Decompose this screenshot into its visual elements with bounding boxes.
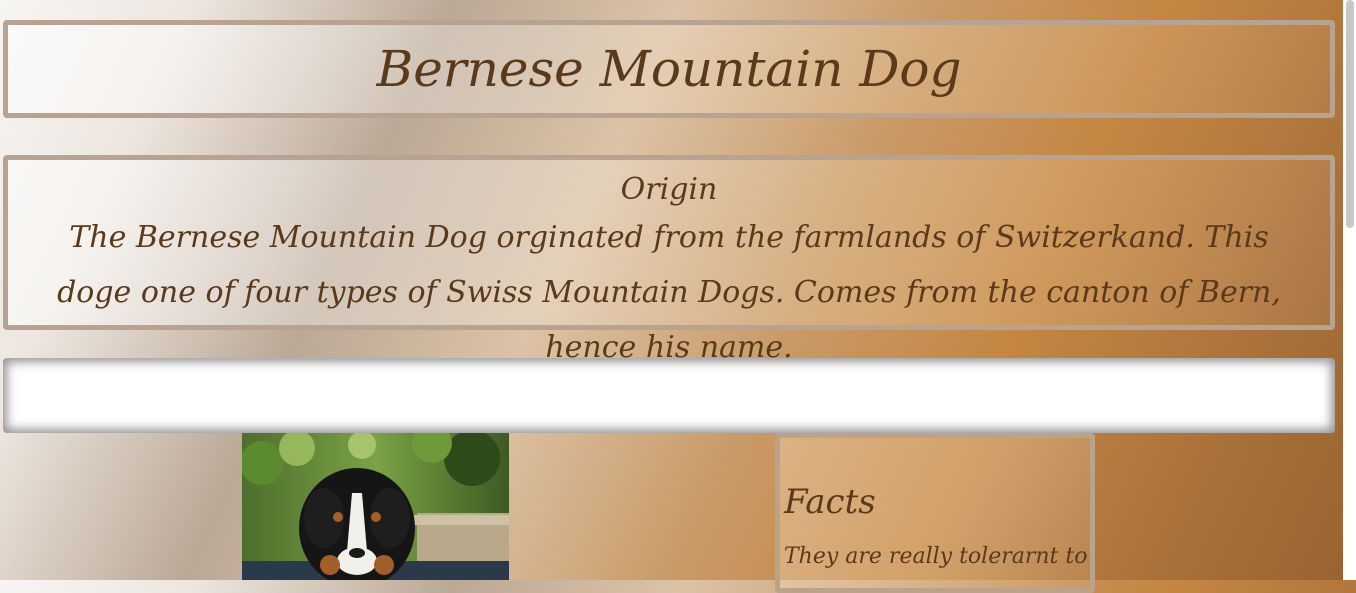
origin-section: Origin The Bernese Mountain Dog orginate…: [3, 155, 1335, 365]
facts-heading: Facts: [784, 482, 876, 522]
origin-text: The Bernese Mountain Dog orginated from …: [57, 220, 1281, 365]
dog-photo-image: [242, 433, 509, 580]
page-title: Bernese Mountain Dog: [376, 40, 962, 98]
page-title-panel: Bernese Mountain Dog: [3, 20, 1335, 118]
facts-section: Facts They are really tolerarnt to: [775, 433, 1095, 593]
facts-text: They are really tolerarnt to: [784, 544, 1088, 569]
scrollbar-thumb[interactable]: [1346, 0, 1354, 228]
bernese-dog-photo: [242, 433, 509, 580]
navigation-bar: [3, 358, 1335, 433]
origin-heading: Origin: [620, 172, 718, 207]
